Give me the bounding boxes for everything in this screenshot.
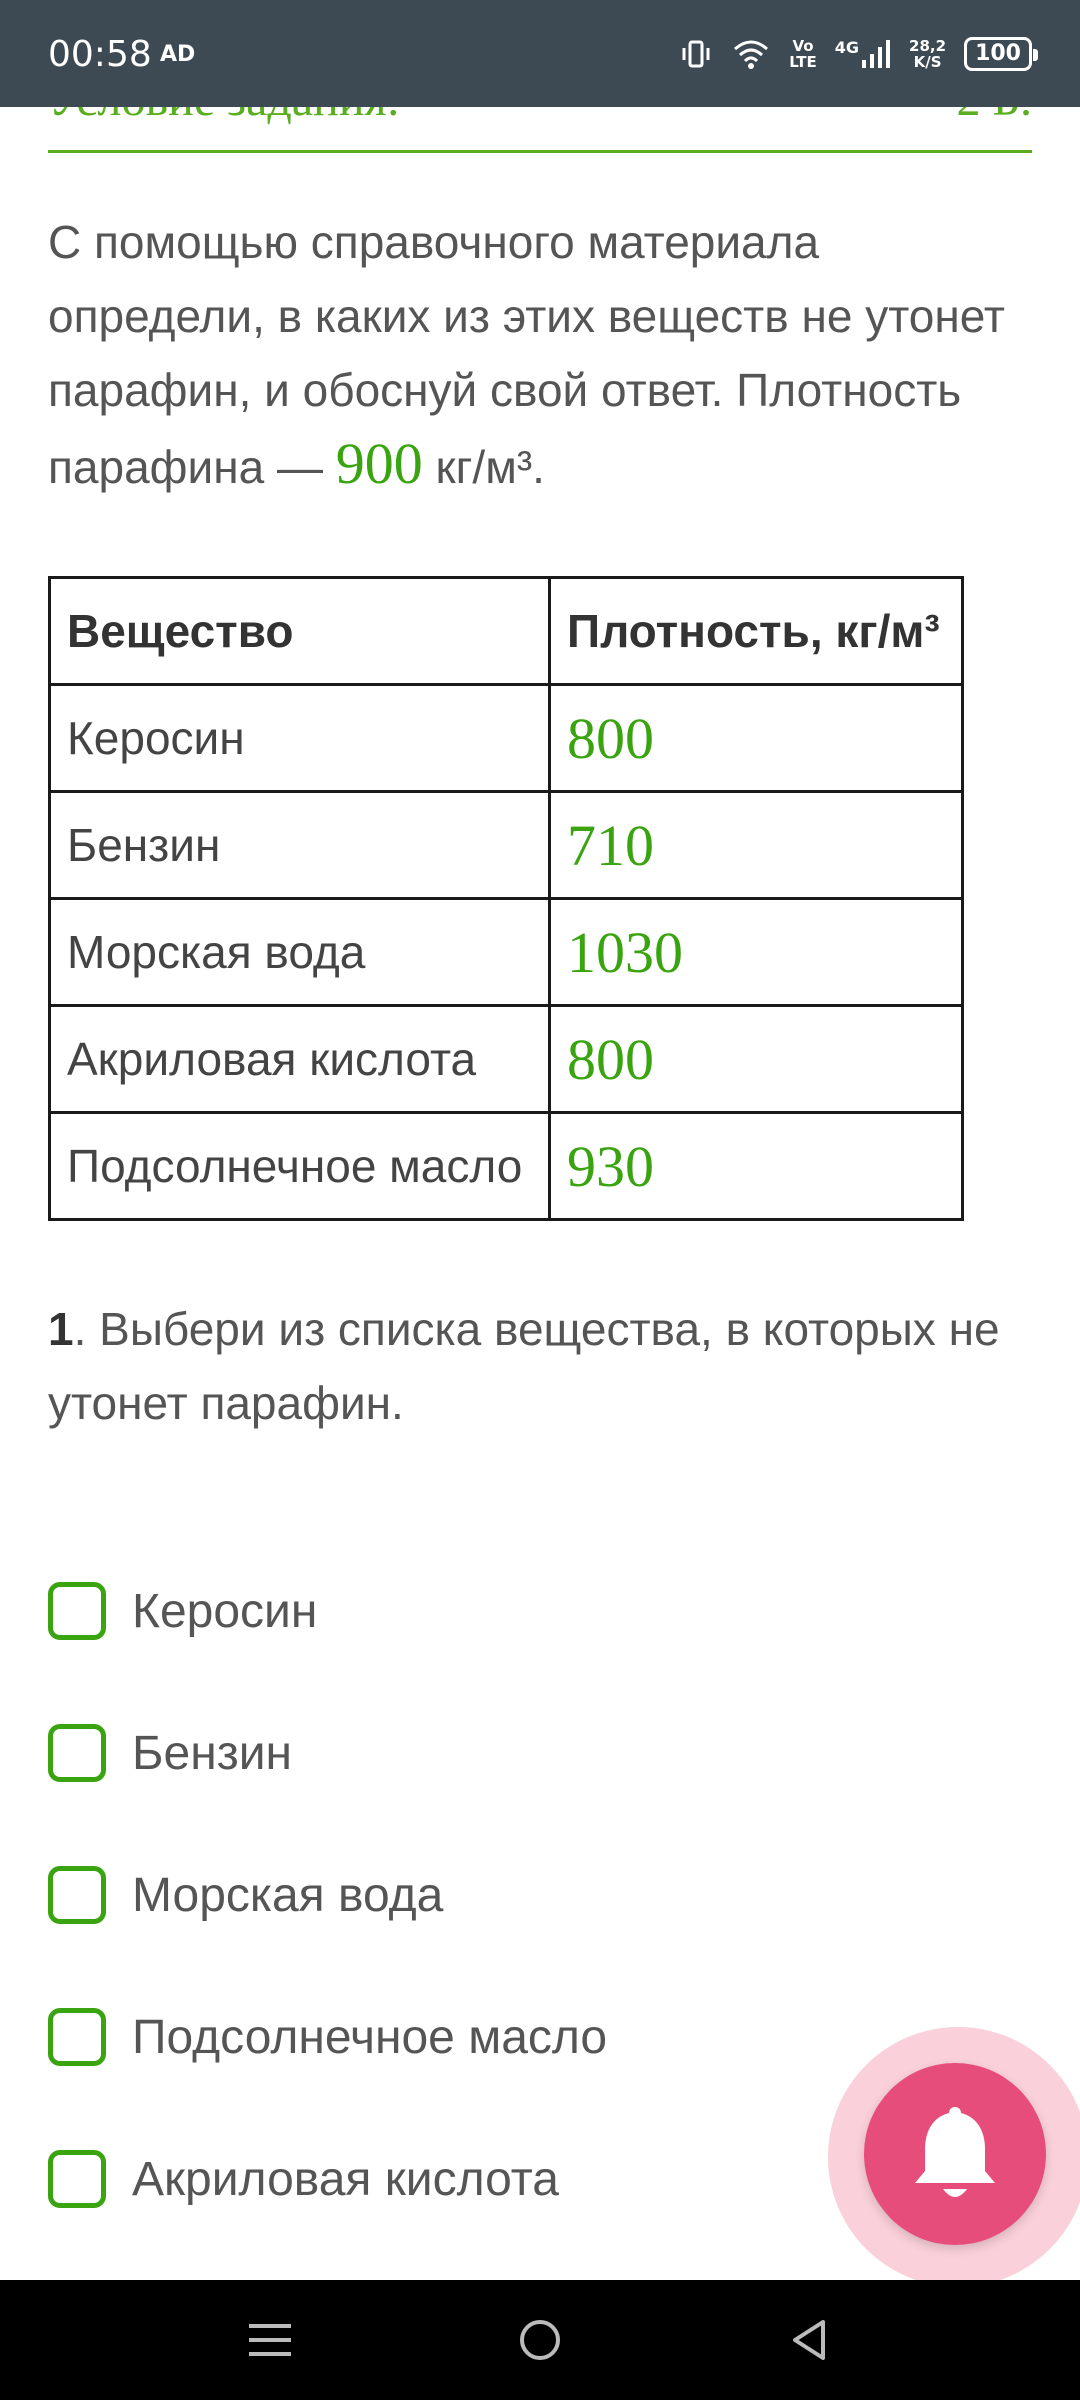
substance-cell: Морская вода [48, 897, 551, 1007]
status-bar: 00:58 AD Vo LTE 4G 28,2 K/S 100 [0, 0, 1080, 107]
header-divider [48, 150, 1032, 153]
network-speed: 28,2 K/S [909, 37, 947, 71]
ad-indicator: AD [160, 42, 196, 67]
table-row: Акриловая кислота 800 [48, 1004, 964, 1114]
status-time: 00:58 [48, 34, 152, 75]
menu-icon[interactable] [240, 2310, 300, 2370]
battery-icon: 100 [964, 37, 1038, 71]
home-icon[interactable] [510, 2310, 570, 2370]
paraffin-density-value: 900 [335, 431, 423, 496]
substance-cell: Бензин [48, 790, 551, 900]
density-cell: 800 [548, 683, 964, 793]
bell-icon [915, 2107, 995, 2197]
option-acrylic-acid[interactable]: Акриловая кислота [48, 2108, 607, 2250]
signal-icon: 4G [835, 38, 891, 70]
table-row: Подсолнечное масло 930 [48, 1111, 964, 1221]
back-icon[interactable] [780, 2310, 840, 2370]
option-label: Подсолнечное масло [132, 2010, 608, 2064]
checkbox[interactable] [48, 2150, 106, 2208]
checkbox[interactable] [48, 2008, 106, 2066]
density-cell: 930 [548, 1111, 964, 1221]
question-number: 1 [48, 1303, 74, 1355]
notifications-button[interactable] [864, 2063, 1046, 2245]
question-body: . Выбери из списка вещества, в которых н… [48, 1303, 1000, 1429]
wifi-icon [731, 37, 771, 71]
task-text-unit: кг/м³. [422, 441, 545, 493]
table-row: Морская вода 1030 [48, 897, 964, 1007]
status-icons: Vo LTE 4G 28,2 K/S 100 [679, 30, 1038, 78]
question-text: 1. Выбери из списка вещества, в которых … [48, 1292, 1038, 1440]
network-type: 4G [834, 38, 860, 57]
table-row: Керосин 800 [48, 683, 964, 793]
density-cell: 710 [548, 790, 964, 900]
answer-options: Керосин Бензин Морская вода Подсолнечное… [48, 1540, 607, 2250]
density-table: Вещество Плотность, кг/м³ Керосин 800 Бе… [48, 576, 964, 1221]
option-label: Керосин [132, 1584, 318, 1638]
column-header-substance: Вещество [48, 576, 551, 686]
volte-indicator: Vo LTE [789, 37, 817, 71]
option-label: Морская вода [132, 1868, 444, 1922]
checkbox[interactable] [48, 1582, 106, 1640]
column-header-density: Плотность, кг/м³ [548, 576, 964, 686]
substance-cell: Подсолнечное масло [48, 1111, 551, 1221]
checkbox[interactable] [48, 1724, 106, 1782]
option-label: Бензин [132, 1726, 293, 1780]
table-row: Бензин 710 [48, 790, 964, 900]
option-kerosene[interactable]: Керосин [48, 1540, 607, 1682]
vibrate-icon [679, 37, 713, 71]
option-label: Акриловая кислота [132, 2152, 559, 2206]
table-header-row: Вещество Плотность, кг/м³ [48, 576, 964, 686]
substance-cell: Акриловая кислота [48, 1004, 551, 1114]
option-sea-water[interactable]: Морская вода [48, 1824, 607, 1966]
density-cell: 800 [548, 1004, 964, 1114]
option-gasoline[interactable]: Бензин [48, 1682, 607, 1824]
task-description: С помощью справочного материала определи… [48, 205, 1008, 504]
checkbox[interactable] [48, 1866, 106, 1924]
option-sunflower-oil[interactable]: Подсолнечное масло [48, 1966, 607, 2108]
substance-cell: Керосин [48, 683, 551, 793]
navigation-bar [0, 2280, 1080, 2400]
density-cell: 1030 [548, 897, 964, 1007]
